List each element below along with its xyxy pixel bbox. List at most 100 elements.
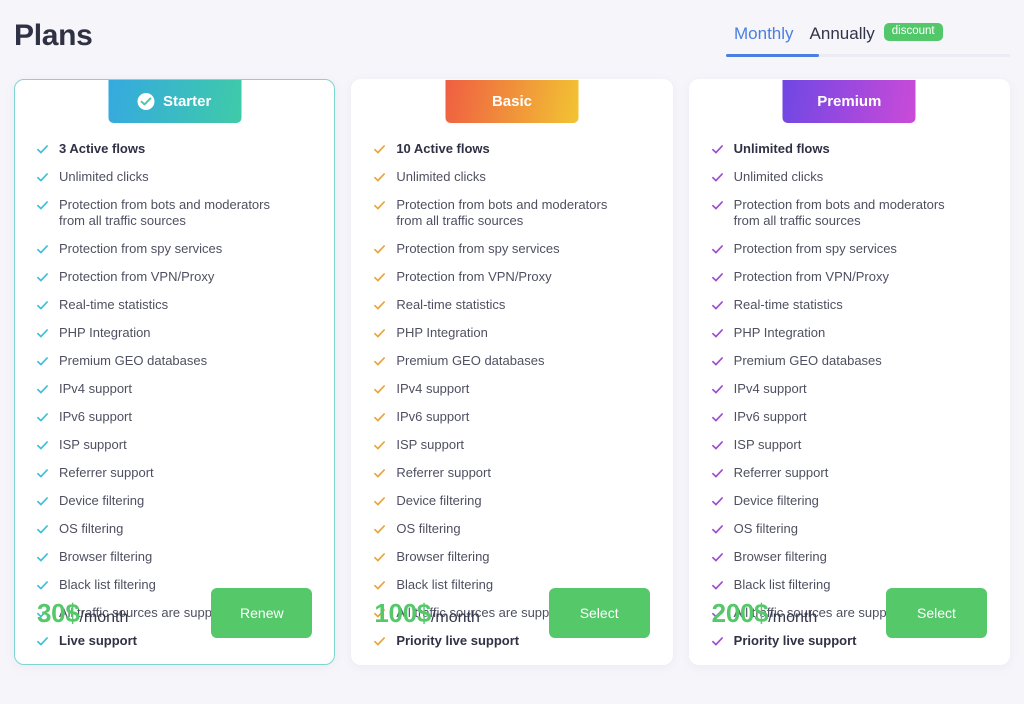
feature-label: Browser filtering <box>733 549 827 564</box>
feature-list: Unlimited flows Unlimited clicks Protectio… <box>711 80 987 649</box>
feature-item: OS filtering <box>37 521 312 537</box>
feature-item: IPv6 support <box>374 409 649 425</box>
feature-label: OS filtering <box>59 521 124 536</box>
feature-item: Protection from VPN/Proxy <box>374 269 649 285</box>
feature-item: Protection from spy services <box>37 241 312 257</box>
check-icon <box>37 244 48 255</box>
feature-label: Premium GEO databases <box>396 353 545 368</box>
feature-label: Unlimited clicks <box>59 169 149 184</box>
check-icon <box>374 412 386 423</box>
feature-item: 3 Active flows <box>37 141 312 157</box>
check-icon <box>37 524 48 535</box>
feature-item: IPv6 support <box>37 409 312 425</box>
feature-item: ISP support <box>37 437 312 453</box>
check-icon <box>37 356 48 367</box>
check-icon <box>711 496 723 507</box>
feature-item: Referrer support <box>711 465 987 481</box>
check-icon <box>374 524 386 535</box>
check-icon <box>711 412 723 423</box>
tab-annually-label: Annually <box>809 24 875 43</box>
feature-label: ISP support <box>59 437 127 452</box>
feature-label: Referrer support <box>59 465 154 480</box>
plan-card-list: Starter 3 Active flows Unlimited clicks Pro… <box>14 79 1010 665</box>
feature-item: IPv4 support <box>37 381 312 397</box>
feature-item: Unlimited clicks <box>374 169 649 185</box>
check-icon <box>374 440 386 451</box>
check-icon <box>374 244 386 255</box>
feature-label: Referrer support <box>396 465 491 480</box>
feature-item: Real-time statistics <box>374 297 649 313</box>
feature-item: 10 Active flows <box>374 141 649 157</box>
check-icon <box>711 468 723 479</box>
check-icon <box>37 412 48 423</box>
feature-item: PHP Integration <box>37 325 312 341</box>
plan-price: 100$/month <box>374 598 480 629</box>
price-amount: 100$ <box>374 597 431 628</box>
check-icon <box>37 468 48 479</box>
check-icon <box>711 440 723 451</box>
feature-label: Real-time statistics <box>733 297 843 312</box>
plan-name-badge: Premium <box>782 80 916 123</box>
check-icon <box>374 200 386 211</box>
feature-label: Browser filtering <box>396 549 490 564</box>
feature-item: Protection from VPN/Proxy <box>37 269 312 285</box>
price-period: /month <box>768 608 818 626</box>
check-icon <box>711 384 723 395</box>
feature-label: Unlimited clicks <box>396 169 486 184</box>
feature-label: IPv4 support <box>733 381 807 396</box>
feature-label: Protection from spy services <box>733 241 897 256</box>
feature-label: Protection from spy services <box>396 241 560 256</box>
feature-label: Device filtering <box>396 493 482 508</box>
plan-footer: 100$/month Select <box>374 588 650 638</box>
check-icon <box>37 384 48 395</box>
tab-monthly[interactable]: Monthly <box>734 24 794 54</box>
feature-label: Protection from bots and moderators from… <box>396 197 608 228</box>
check-icon <box>711 552 723 563</box>
feature-label: ISP support <box>396 437 465 452</box>
feature-item: Browser filtering <box>374 549 649 565</box>
feature-item: Real-time statistics <box>711 297 987 313</box>
check-icon <box>374 552 386 563</box>
feature-label: Protection from spy services <box>59 241 223 256</box>
check-icon <box>374 300 386 311</box>
check-icon <box>374 172 386 183</box>
plan-card-starter: Starter 3 Active flows Unlimited clicks Pro… <box>14 79 336 665</box>
price-period: /month <box>79 608 129 626</box>
feature-label: IPv4 support <box>396 381 470 396</box>
feature-label: OS filtering <box>396 521 461 536</box>
check-icon <box>37 328 48 339</box>
check-icon <box>37 496 48 507</box>
plan-cta-button[interactable]: Select <box>885 588 987 638</box>
billing-tabs: Monthly Annually discount <box>726 22 1010 54</box>
check-icon <box>374 144 386 155</box>
feature-item: Browser filtering <box>37 549 312 565</box>
feature-label: PHP Integration <box>733 325 826 340</box>
plan-footer: 30$/month Renew <box>37 588 313 638</box>
price-period: /month <box>430 608 480 626</box>
feature-item: Device filtering <box>711 493 987 509</box>
feature-label: Protection from VPN/Proxy <box>59 269 215 284</box>
plan-cta-button[interactable]: Select <box>548 588 650 638</box>
check-icon <box>711 272 723 283</box>
feature-item: ISP support <box>374 437 649 453</box>
check-icon <box>711 300 723 311</box>
check-circle-icon <box>137 93 155 110</box>
check-icon <box>37 272 48 283</box>
plan-card-basic: Basic 10 Active flows Unlimited clicks Prot… <box>351 79 673 665</box>
feature-label: Unlimited clicks <box>733 169 824 184</box>
feature-label: IPv6 support <box>733 409 807 424</box>
check-icon <box>37 440 48 451</box>
check-icon <box>711 328 723 339</box>
feature-item: Protection from spy services <box>374 241 649 257</box>
check-icon <box>711 200 723 211</box>
billing-period-switch: Monthly Annually discount <box>726 16 1010 57</box>
feature-item: Referrer support <box>37 465 312 481</box>
feature-item: Protection from VPN/Proxy <box>711 269 987 285</box>
feature-item: OS filtering <box>711 521 987 537</box>
tab-annually[interactable]: Annually discount <box>809 22 943 54</box>
feature-item: Unlimited flows <box>711 141 987 157</box>
check-icon <box>37 552 48 563</box>
plan-cta-button[interactable]: Renew <box>211 588 313 638</box>
feature-item: IPv6 support <box>711 409 987 425</box>
tab-active-indicator <box>726 54 819 57</box>
